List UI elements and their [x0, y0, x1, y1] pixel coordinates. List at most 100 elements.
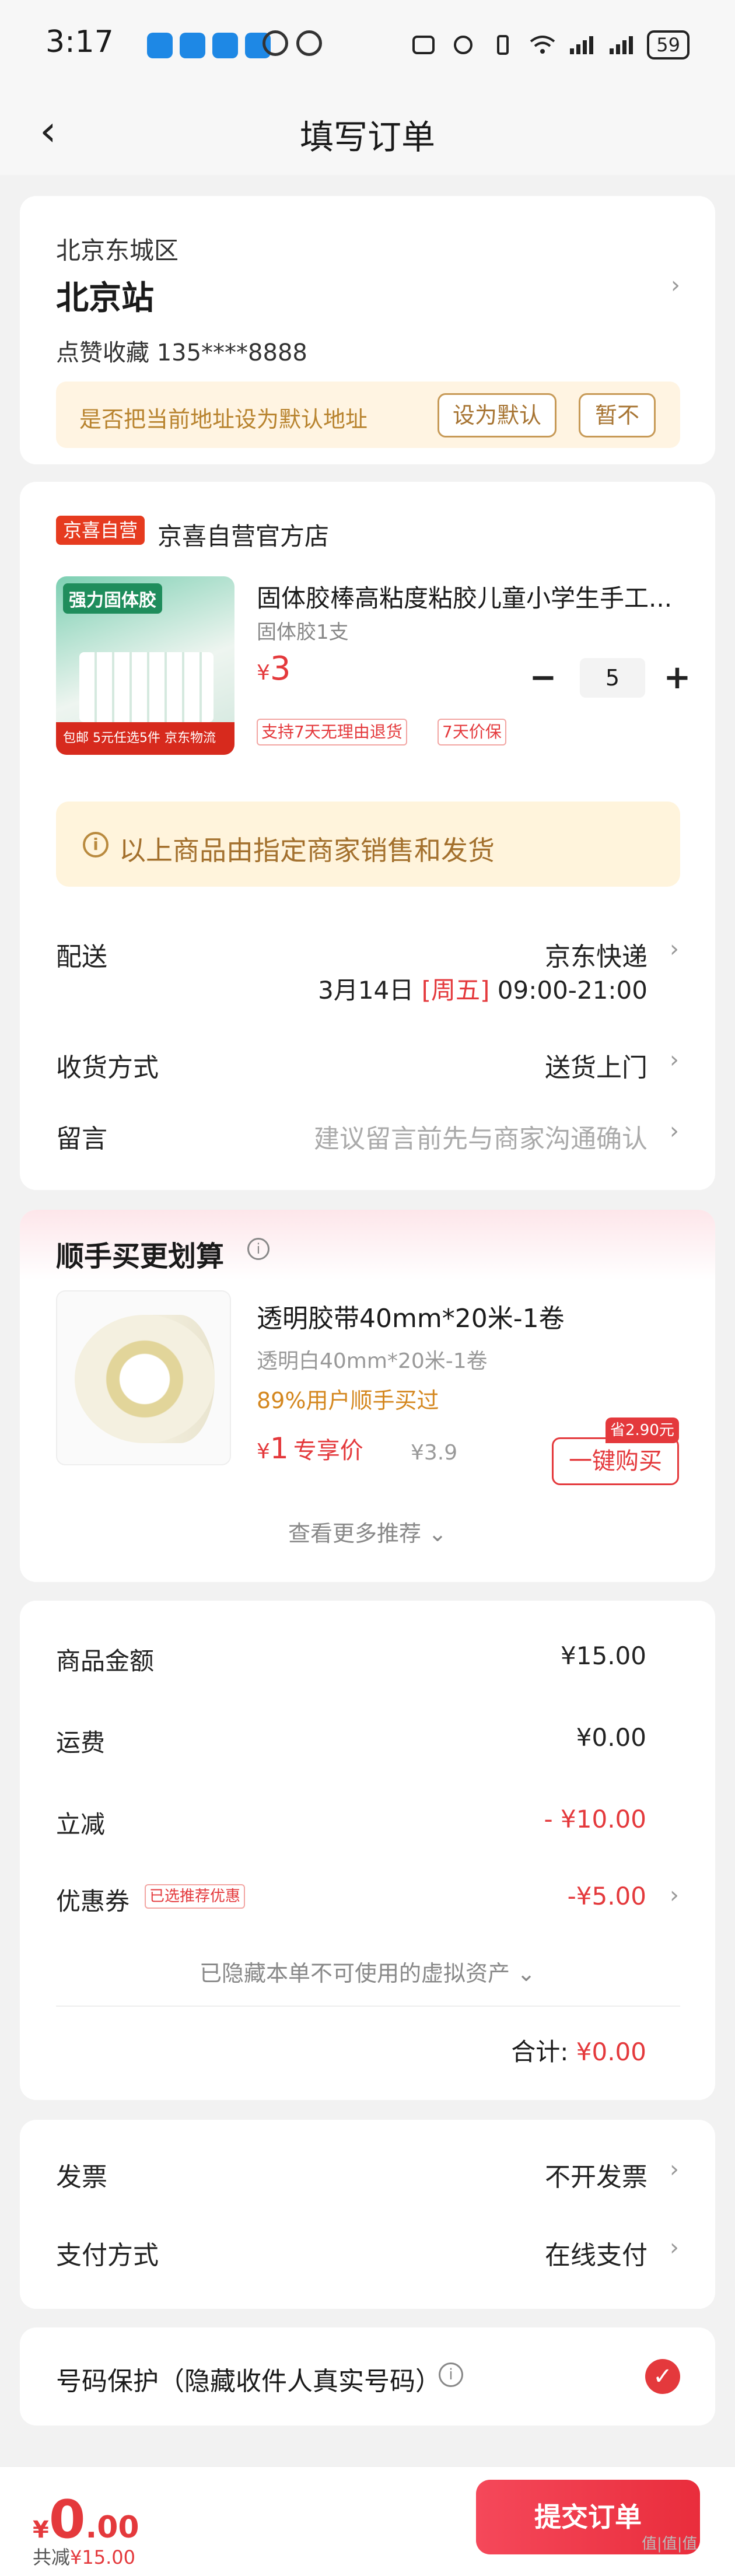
- price-symbol: ¥: [257, 1440, 270, 1464]
- checkout-bar: ¥0.00 共减¥15.00 提交订单: [0, 2466, 735, 2576]
- coupon-tag: 已选推荐优惠: [145, 1884, 246, 1909]
- checkmark-icon[interactable]: ✓: [645, 2359, 680, 2394]
- page-title: 填写订单: [299, 117, 435, 157]
- product-image[interactable]: 强力固体胶 包邮 5元任选5件 京东物流: [56, 576, 235, 755]
- address-contact: 点赞收藏 135****8888: [56, 340, 307, 366]
- discount-value: - ¥10.00: [544, 1805, 646, 1833]
- signal-icon: [610, 36, 634, 54]
- note-input[interactable]: 建议留言前先与商家沟通确认: [314, 1118, 648, 1155]
- upsell-title: 顺手买更划算: [56, 1240, 225, 1273]
- status-right: 59: [409, 30, 690, 60]
- delivery-value[interactable]: 京东快递: [545, 936, 648, 973]
- address-region: 北京东城区: [56, 236, 179, 265]
- shipping-label: 运费: [56, 1728, 106, 1757]
- upsell-buyers-rate: 89%用户顺手买过: [257, 1388, 439, 1413]
- nfc-icon: [412, 36, 435, 54]
- not-now-button[interactable]: 暂不: [579, 393, 656, 438]
- amount-decimal: .00: [85, 2510, 139, 2545]
- delivery-date: 3月14日: [318, 976, 414, 1005]
- privacy-card: 号码保护（隐藏收件人真实号码） i ✓: [20, 2328, 715, 2426]
- nav-bar: ‹ 填写订单: [0, 88, 735, 175]
- app-notification-icon: [147, 33, 173, 58]
- promo-label: 5元任选5件 京东物流: [93, 731, 216, 746]
- yen-symbol: ¥: [33, 2516, 49, 2543]
- payable-amount: ¥0.00: [33, 2489, 139, 2550]
- more-recommendations-link[interactable]: 查看更多推荐 ⌄: [20, 1516, 715, 1548]
- chevron-right-icon: ›: [670, 1882, 679, 1909]
- plus-icon[interactable]: +: [657, 654, 698, 701]
- chevron-right-icon: ›: [670, 1118, 679, 1144]
- free-shipping-label: 包邮: [63, 731, 89, 746]
- note-label: 留言: [56, 1124, 107, 1154]
- signal-icon: [570, 36, 594, 54]
- status-time: 3:17: [46, 24, 114, 60]
- total: 合计: ¥0.00: [511, 2032, 646, 2068]
- minus-icon[interactable]: −: [523, 654, 564, 701]
- delivery-day: [周五]: [421, 976, 490, 1005]
- shipping-value: ¥0.00: [576, 1723, 646, 1752]
- product-title[interactable]: 固体胶棒高粘度粘胶儿童小学生手工...: [257, 579, 688, 614]
- wifi-icon: [530, 36, 555, 54]
- product-spec: 固体胶1支: [257, 621, 349, 644]
- upsell-product-image[interactable]: [56, 1290, 231, 1465]
- upsell-price: ¥1 专享价: [257, 1432, 363, 1465]
- vpn-icon: [262, 30, 288, 56]
- save-tag: 省2.90元: [606, 1418, 679, 1443]
- price-protect-tag: 7天价保: [438, 719, 506, 746]
- receive-method-label: 收货方式: [56, 1053, 159, 1083]
- coupon-label: 优惠券: [56, 1887, 130, 1916]
- amount-integer: 0: [48, 2489, 86, 2550]
- price-value: 1: [270, 1432, 289, 1465]
- upsell-old-price: ¥3.9: [411, 1441, 458, 1465]
- number-protection-label: 号码保护（隐藏收件人真实号码）: [56, 2367, 441, 2396]
- notification-icons: [147, 33, 271, 58]
- system-icons: [262, 30, 322, 56]
- price-value: 3: [270, 650, 291, 688]
- amounts-card: 商品金额 ¥15.00 运费 ¥0.00 立减 - ¥10.00 优惠券 已选推…: [20, 1601, 715, 2100]
- upsell-product-name[interactable]: 透明胶带40mm*20米-1卷: [257, 1297, 565, 1335]
- product-price: ¥3: [257, 650, 291, 688]
- shop-tag: 京喜自营: [56, 516, 145, 545]
- shop-name[interactable]: 京喜自营官方店: [158, 517, 329, 552]
- payment-method-value[interactable]: 在线支付: [545, 2234, 648, 2272]
- total-value: ¥0.00: [576, 2038, 646, 2066]
- receive-method-value[interactable]: 送货上门: [545, 1046, 648, 1084]
- vibrate-icon: [497, 35, 509, 55]
- info-icon[interactable]: i: [247, 1238, 270, 1260]
- battery-icon: 59: [647, 30, 690, 60]
- divider: [56, 2006, 680, 2007]
- app-notification-icon: [212, 33, 238, 58]
- chevron-right-icon: ›: [670, 2234, 679, 2261]
- delivery-time[interactable]: 3月14日 [周五] 09:00-21:00: [318, 971, 648, 1006]
- quantity-value[interactable]: 5: [580, 658, 645, 698]
- one-click-buy-button[interactable]: 一键购买: [552, 1437, 679, 1485]
- invoice-value[interactable]: 不开发票: [545, 2156, 648, 2193]
- total-label: 合计:: [511, 2038, 569, 2066]
- default-address-prompt: 是否把当前地址设为默认地址 设为默认 暂不: [56, 382, 680, 448]
- address-card[interactable]: 北京东城区 北京站 点赞收藏 135****8888 › 是否把当前地址设为默认…: [20, 196, 715, 464]
- total-saved: 共减¥15.00: [33, 2543, 135, 2570]
- price-symbol: ¥: [257, 661, 270, 685]
- merchant-notice: i 以上商品由指定商家销售和发货: [56, 802, 680, 887]
- watermark: 值|值|值: [642, 2535, 698, 2553]
- info-icon[interactable]: i: [439, 2362, 463, 2387]
- saved-value: ¥15.00: [70, 2546, 135, 2568]
- status-bar: 3:17 59: [0, 0, 735, 88]
- tape-roll-graphic: [75, 1315, 215, 1443]
- shop-card: 京喜自营 京喜自营官方店 强力固体胶 包邮 5元任选5件 京东物流 固体胶棒高粘…: [20, 482, 715, 1190]
- saved-label: 共减: [33, 2546, 71, 2568]
- return-policy-tag: 支持7天无理由退货: [257, 719, 407, 746]
- alipay-notification-icon: [180, 33, 205, 58]
- glue-sticks-graphic: [79, 652, 214, 722]
- coupon-value[interactable]: -¥5.00: [568, 1882, 646, 1910]
- goods-amount-value: ¥15.00: [561, 1642, 646, 1670]
- set-default-button[interactable]: 设为默认: [438, 393, 556, 438]
- info-icon: i: [83, 832, 108, 858]
- payment-method-label: 支付方式: [56, 2241, 159, 2270]
- chevron-right-icon: ›: [670, 1046, 679, 1073]
- upsell-product-spec: 透明白40mm*20米-1卷: [257, 1349, 488, 1373]
- invoice-label: 发票: [56, 2162, 107, 2192]
- chevron-right-icon: ›: [670, 2156, 679, 2183]
- hidden-assets-toggle[interactable]: 已隐藏本单不可使用的虚拟资产 ⌄: [20, 1955, 715, 1987]
- eye-icon: [296, 30, 322, 56]
